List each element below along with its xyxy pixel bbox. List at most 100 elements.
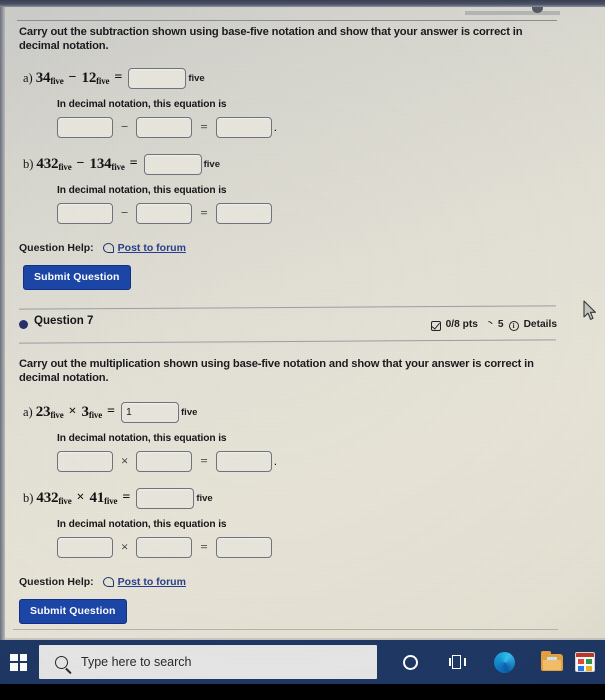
question-help-label: Question Help: <box>19 575 94 588</box>
decimal-input-q6a-1[interactable] <box>57 116 113 138</box>
question-7-part-b-row: b) 432five × 41five = five <box>23 487 605 509</box>
taskbar-icon-tray <box>387 640 605 684</box>
question-7-help-row: Question Help: Post to forum <box>19 576 605 588</box>
file-explorer-icon[interactable] <box>528 640 575 684</box>
question-6-part-b-row: b) 432five − 134five = five <box>23 153 605 175</box>
windows-start-icon[interactable] <box>0 640 37 684</box>
question-7-header: Question 7 0/8 pts 5 i Details <box>5 305 605 351</box>
base-five-operand-1: 432five <box>36 155 72 172</box>
base-five-operand-2: 134five <box>89 155 125 172</box>
decimal-input-q7a-3[interactable] <box>215 450 272 472</box>
decimal-notation-label: In decimal notation, this equation is <box>57 432 227 444</box>
question-6-body: Carry out the subtraction shown using ba… <box>5 25 605 290</box>
quiz-page: Carry out the subtraction shown using ba… <box>5 7 605 640</box>
scrollbar-stub[interactable] <box>465 11 560 15</box>
part-label-b: b) <box>23 156 34 171</box>
decimal-input-q7b-3[interactable] <box>215 536 272 558</box>
decimal-equation-row: − = <box>57 202 605 224</box>
question-6-help-row: Question Help: Post to forum <box>19 242 605 254</box>
answer-input-q7a-basefive[interactable] <box>121 401 180 423</box>
decimal-operator: − <box>121 119 129 135</box>
top-divider <box>17 20 557 21</box>
search-icon <box>55 655 68 669</box>
screen-bottom-bezel <box>0 684 605 700</box>
equals-symbol: = <box>114 70 123 86</box>
submit-question-button-q7[interactable]: Submit Question <box>19 598 127 624</box>
decimal-input-q6b-1[interactable] <box>57 202 113 224</box>
operator-symbol: × <box>68 404 77 420</box>
base-five-operand-1: 34five <box>35 69 64 86</box>
speech-bubble-icon <box>102 242 114 253</box>
question-6-part-a-row: a) 34five − 12five = five <box>23 67 605 89</box>
part-label-a: a) <box>23 404 33 419</box>
operator-symbol: × <box>76 490 85 506</box>
details-link[interactable]: Details <box>524 319 557 330</box>
task-view-icon[interactable] <box>434 640 481 684</box>
decimal-input-q7a-1[interactable] <box>57 450 113 472</box>
trailing-period: . <box>273 454 278 469</box>
equals-symbol: = <box>107 404 116 420</box>
attempts-count: 5 <box>497 319 504 330</box>
taskbar-top-edge <box>0 638 605 640</box>
decimal-notation-label: In decimal notation, this equation is <box>57 98 227 110</box>
decimal-input-q6a-3[interactable] <box>215 116 272 138</box>
decimal-equation-row: × = . <box>57 450 605 472</box>
decimal-operator: × <box>121 539 129 555</box>
decimal-operator: − <box>121 205 129 221</box>
base-five-operand-1: 23five <box>35 403 64 420</box>
office-app-icon[interactable] <box>575 640 605 684</box>
equals-symbol: = <box>129 156 138 172</box>
post-to-forum-link[interactable]: Post to forum <box>118 576 186 588</box>
question-7-body: Carry out the multiplication shown using… <box>5 357 605 624</box>
decimal-input-q6b-2[interactable] <box>136 202 193 224</box>
base-five-operand-1: 432five <box>36 489 72 506</box>
points-text: 0/8 pts <box>445 319 478 330</box>
microsoft-edge-icon[interactable] <box>481 640 528 684</box>
base-five-operand-2: 12five <box>81 69 110 86</box>
decimal-equals: = <box>200 539 208 555</box>
decimal-input-q7b-1[interactable] <box>57 536 113 558</box>
question-help-label: Question Help: <box>19 241 94 254</box>
attempts-retry-icon <box>482 320 493 331</box>
decimal-equals: = <box>200 205 208 221</box>
answer-input-q6a-basefive[interactable] <box>128 67 187 89</box>
answer-input-q7b-basefive[interactable] <box>136 487 195 509</box>
submit-question-button-q6[interactable]: Submit Question <box>23 264 131 290</box>
decimal-equals: = <box>200 453 208 469</box>
equals-symbol: = <box>122 490 131 506</box>
decimal-input-q7a-2[interactable] <box>136 450 193 472</box>
decimal-input-q7b-2[interactable] <box>136 536 193 558</box>
base-label-five: five <box>181 406 198 418</box>
decimal-equation-row: × = <box>57 536 605 558</box>
operator-symbol: − <box>76 156 85 172</box>
question-7-part-a-decimal: In decimal notation, this equation is × … <box>57 433 605 472</box>
question-6-part-a-decimal: In decimal notation, this equation is − … <box>57 99 605 138</box>
decimal-operator: × <box>121 453 129 469</box>
question-7-part-a-row: a) 23five × 3five = five <box>23 401 605 423</box>
decimal-notation-label: In decimal notation, this equation is <box>57 184 227 196</box>
question-7-meta: 0/8 pts 5 i Details <box>430 319 557 331</box>
question-6-part-b-decimal: In decimal notation, this equation is − … <box>57 185 605 224</box>
header-divider-top <box>19 305 556 310</box>
decimal-input-q6b-3[interactable] <box>215 202 272 224</box>
windows-taskbar: Type here to search <box>0 640 605 684</box>
cortana-icon[interactable] <box>387 640 434 684</box>
base-label-five: five <box>196 492 213 504</box>
decimal-equals: = <box>200 119 208 135</box>
question-7-title: Question 7 <box>34 315 94 327</box>
trailing-period: . <box>273 120 278 135</box>
question-7-prompt: Carry out the multiplication shown using… <box>19 358 534 385</box>
speech-bubble-icon <box>102 576 114 587</box>
screen-top-bezel <box>0 0 605 7</box>
search-input[interactable]: Type here to search <box>39 645 377 679</box>
decimal-input-q6a-2[interactable] <box>136 116 193 138</box>
base-label-five: five <box>188 72 205 84</box>
page-bottom-divider <box>13 629 558 630</box>
base-five-operand-2: 41five <box>89 489 118 506</box>
info-icon: i <box>508 320 519 331</box>
answer-input-q6b-basefive[interactable] <box>143 153 202 175</box>
decimal-notation-label: In decimal notation, this equation is <box>57 518 227 530</box>
part-label-a: a) <box>23 70 33 85</box>
question-7-part-b-decimal: In decimal notation, this equation is × … <box>57 519 605 558</box>
post-to-forum-link[interactable]: Post to forum <box>118 242 186 254</box>
